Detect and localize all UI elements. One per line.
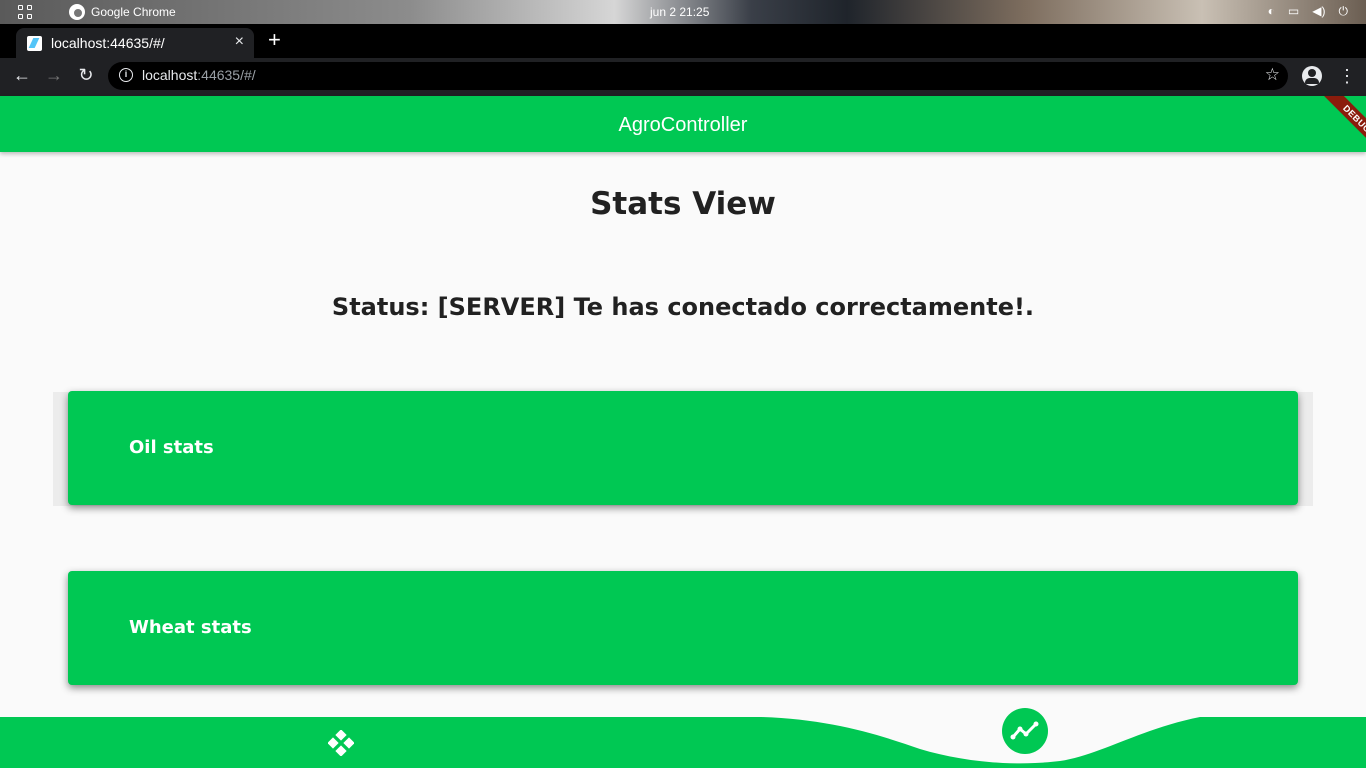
- gamepad-icon: [327, 729, 355, 757]
- app-bar: AgroController: [0, 96, 1366, 152]
- app-grid-icon[interactable]: [18, 5, 34, 19]
- tab-title: localhost:44635/#/: [51, 35, 165, 51]
- address-bar[interactable]: i localhost:44635/#/ ☆: [108, 62, 1288, 90]
- bottom-navigation-bar: [0, 717, 1366, 768]
- debug-banner: DEBUG: [1306, 96, 1366, 152]
- card-label: Wheat stats: [129, 617, 252, 638]
- bookmark-star-icon[interactable]: ☆: [1265, 65, 1280, 85]
- night-mode-icon[interactable]: ◐: [1268, 4, 1275, 19]
- status-text: Status: [SERVER] Te has conectado correc…: [331, 293, 1035, 321]
- more-menu-icon[interactable]: ⋮: [1338, 64, 1356, 88]
- tab-strip: localhost:44635/#/ × +: [0, 24, 1366, 58]
- url-text[interactable]: localhost:44635/#/: [142, 67, 256, 83]
- browser-tab[interactable]: localhost:44635/#/ ×: [16, 28, 254, 58]
- flutter-favicon-icon: [27, 36, 42, 51]
- os-clock[interactable]: jun 2 21:25: [650, 5, 709, 19]
- volume-icon[interactable]: ◀): [1312, 4, 1325, 19]
- trending-up-icon: [1010, 721, 1039, 740]
- wheat-stats-card[interactable]: Wheat stats: [68, 571, 1298, 685]
- debug-label: DEBUG: [1318, 96, 1366, 152]
- nav-item-stats[interactable]: [1002, 708, 1048, 754]
- power-icon[interactable]: ⏻: [1339, 4, 1349, 19]
- oil-stats-card[interactable]: Oil stats: [68, 391, 1298, 505]
- site-info-icon[interactable]: i: [119, 68, 133, 82]
- app-title: AgroController: [618, 114, 748, 136]
- chrome-icon: [69, 4, 85, 20]
- tab-close-icon[interactable]: ×: [235, 33, 244, 51]
- page-title: Stats View: [590, 186, 776, 222]
- new-tab-button[interactable]: +: [268, 28, 281, 52]
- reload-icon[interactable]: ↻: [74, 65, 98, 86]
- os-tray[interactable]: ◐ ▭ ◀) ⏻: [1268, 4, 1348, 19]
- back-icon[interactable]: ←: [10, 65, 34, 86]
- url-path: :44635/#/: [197, 67, 256, 83]
- screen-icon[interactable]: ▭: [1288, 4, 1299, 19]
- nav-item-games[interactable]: [327, 729, 355, 757]
- forward-icon[interactable]: →: [42, 65, 66, 86]
- url-host: localhost: [142, 67, 198, 83]
- browser-toolbar: ← → ↻ i localhost:44635/#/ ☆: [0, 58, 1366, 96]
- profile-icon[interactable]: [1302, 66, 1322, 86]
- os-active-app[interactable]: Google Chrome: [91, 5, 176, 19]
- card-label: Oil stats: [129, 437, 214, 458]
- os-top-bar: Google Chrome jun 2 21:25 ◐ ▭ ◀) ⏻: [0, 0, 1366, 24]
